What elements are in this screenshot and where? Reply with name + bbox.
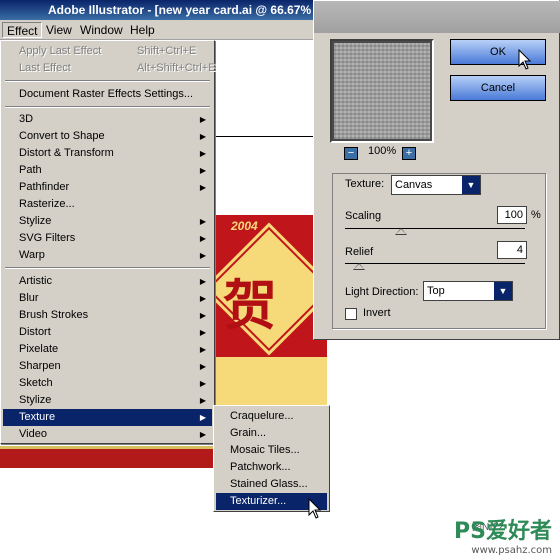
- relief-slider-thumb[interactable]: [353, 263, 366, 270]
- menu-item-texture[interactable]: Texture ▶: [3, 409, 212, 426]
- menu-view[interactable]: View: [42, 22, 76, 38]
- relief-track[interactable]: [345, 263, 525, 264]
- menu-item-rasterize[interactable]: Rasterize...: [3, 196, 212, 213]
- menu-item-pixelate[interactable]: Pixelate ▶: [3, 341, 212, 358]
- invert-checkbox[interactable]: [345, 308, 357, 320]
- effect-menu: Apply Last Effect Shift+Ctrl+E Last Effec…: [0, 40, 216, 444]
- scaling-track[interactable]: [345, 228, 525, 229]
- invert-label: Invert: [363, 307, 391, 319]
- texture-preview[interactable]: [334, 43, 430, 139]
- chevron-down-icon: ▼: [462, 176, 480, 194]
- zoom-in-icon[interactable]: +: [402, 147, 416, 160]
- preview-frame: [330, 39, 434, 143]
- menu-item-distort-transform[interactable]: Distort & Transform ▶: [3, 145, 212, 162]
- scaling-unit: %: [531, 209, 541, 221]
- zoom-out-icon[interactable]: −: [344, 147, 358, 160]
- submenu-item-patchwork[interactable]: Patchwork...: [216, 459, 327, 476]
- menu-item-path[interactable]: Path ▶: [3, 162, 212, 179]
- scaling-label: Scaling: [345, 210, 382, 222]
- guide-line: [215, 136, 315, 137]
- menu-item-sharpen[interactable]: Sharpen ▶: [3, 358, 212, 375]
- cancel-button[interactable]: Cancel: [450, 75, 546, 101]
- texture-select[interactable]: Canvas ▼: [391, 175, 481, 195]
- relief-input[interactable]: 4: [497, 241, 527, 259]
- menu-item-artistic[interactable]: Artistic ▶: [3, 273, 212, 290]
- submenu-item-craquelure[interactable]: Craquelure...: [216, 408, 327, 425]
- scaling-slider-thumb[interactable]: [394, 228, 407, 235]
- light-direction-label: Light Direction:: [345, 286, 419, 298]
- menu-window[interactable]: Window: [76, 22, 127, 38]
- mouse-cursor-icon: [308, 498, 322, 519]
- menu-item-apply-last-effect: Apply Last Effect Shift+Ctrl+E: [19, 45, 197, 57]
- mouse-cursor-icon: [518, 49, 532, 70]
- watermark-logo: PS爱好者 www.psahz.com: [454, 519, 552, 556]
- menu-item-pathfinder[interactable]: Pathfinder ▶: [3, 179, 212, 196]
- menu-item-svg-filters[interactable]: SVG Filters ▶: [3, 230, 212, 247]
- chevron-down-icon: ▼: [494, 282, 512, 300]
- submenu-item-mosaic-tiles[interactable]: Mosaic Tiles...: [216, 442, 327, 459]
- menu-item-last-effect: Last Effect Alt+Shift+Ctrl+E: [19, 62, 216, 74]
- menu-effect[interactable]: Effect: [2, 22, 43, 38]
- menu-item-video[interactable]: Video ▶: [3, 426, 212, 443]
- menu-item-brush-strokes[interactable]: Brush Strokes ▶: [3, 307, 212, 324]
- card-artwork[interactable]: 2004 贺: [202, 215, 336, 420]
- menu-item-blur[interactable]: Blur ▶: [3, 290, 212, 307]
- menu-item-warp[interactable]: Warp ▶: [3, 247, 212, 264]
- menu-separator: [5, 106, 210, 108]
- artwork-glyph: 贺: [223, 273, 277, 337]
- texture-label: Texture:: [345, 178, 385, 190]
- light-direction-select[interactable]: Top ▼: [423, 281, 513, 301]
- menu-item-distort[interactable]: Distort ▶: [3, 324, 212, 341]
- menu-item-stylize-vector[interactable]: Stylize ▶: [3, 213, 212, 230]
- artwork-year: 2004: [231, 219, 258, 233]
- menu-item-sketch[interactable]: Sketch ▶: [3, 375, 212, 392]
- zoom-level: 100%: [368, 145, 397, 157]
- texture-submenu: Craquelure... Grain... Mosaic Tiles... P…: [213, 405, 330, 512]
- texturizer-dialog: − 100% + OK Cancel Texture: Canvas ▼ Scal…: [313, 0, 560, 340]
- menu-help[interactable]: Help: [126, 22, 159, 38]
- menu-item-raster-settings[interactable]: Document Raster Effects Settings...: [3, 86, 212, 103]
- menu-item-3d[interactable]: 3D ▶: [3, 111, 212, 128]
- menubar: Effect View Window Help: [0, 20, 320, 40]
- texture-options-group: Texture: Canvas ▼ Scaling 100 % Relief 4 …: [332, 173, 546, 329]
- menu-separator: [5, 267, 210, 269]
- submenu-item-grain[interactable]: Grain...: [216, 425, 327, 442]
- scaling-input[interactable]: 100: [497, 206, 527, 224]
- menu-item-stylize-raster[interactable]: Stylize ▶: [3, 392, 212, 409]
- submenu-item-stained-glass[interactable]: Stained Glass...: [216, 476, 327, 493]
- menu-item-convert-to-shape[interactable]: Convert to Shape ▶: [3, 128, 212, 145]
- relief-label: Relief: [345, 246, 374, 258]
- dialog-title-bar[interactable]: [314, 1, 560, 33]
- menu-separator: [5, 80, 210, 82]
